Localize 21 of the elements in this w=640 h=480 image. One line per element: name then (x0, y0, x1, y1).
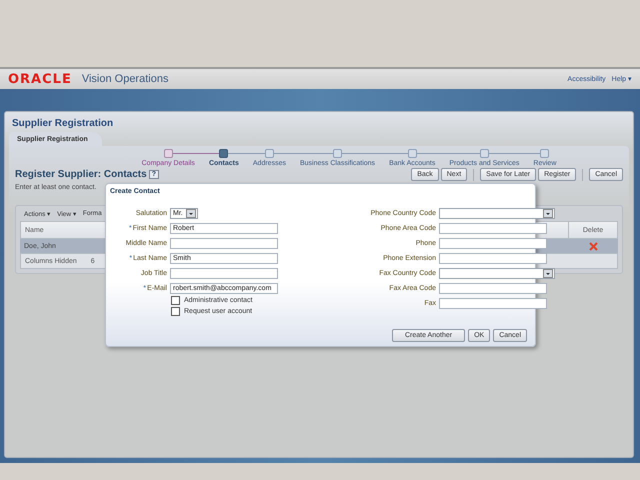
dropdown-field[interactable] (439, 268, 555, 279)
step-marker[interactable] (219, 149, 228, 158)
section-title: Register Supplier: Contacts (15, 169, 147, 180)
text-field[interactable] (170, 238, 278, 249)
step-marker[interactable] (264, 149, 274, 158)
logo: ORACLE (8, 72, 72, 86)
step-marker[interactable] (480, 149, 489, 158)
step-marker[interactable] (333, 149, 342, 158)
text-field[interactable] (170, 268, 278, 279)
text-field[interactable] (439, 238, 547, 249)
step-marker[interactable] (540, 149, 550, 158)
dropdown-field[interactable] (439, 208, 555, 219)
step-marker[interactable] (164, 149, 173, 158)
step-marker[interactable] (408, 149, 417, 158)
text-field[interactable] (439, 283, 547, 294)
delete-icon[interactable] (588, 242, 598, 250)
app-title: Vision Operations (82, 73, 168, 85)
text-field[interactable] (439, 298, 547, 309)
page-title: Supplier Registration (11, 117, 114, 131)
text-field[interactable] (439, 253, 547, 264)
text-field[interactable] (439, 223, 547, 234)
